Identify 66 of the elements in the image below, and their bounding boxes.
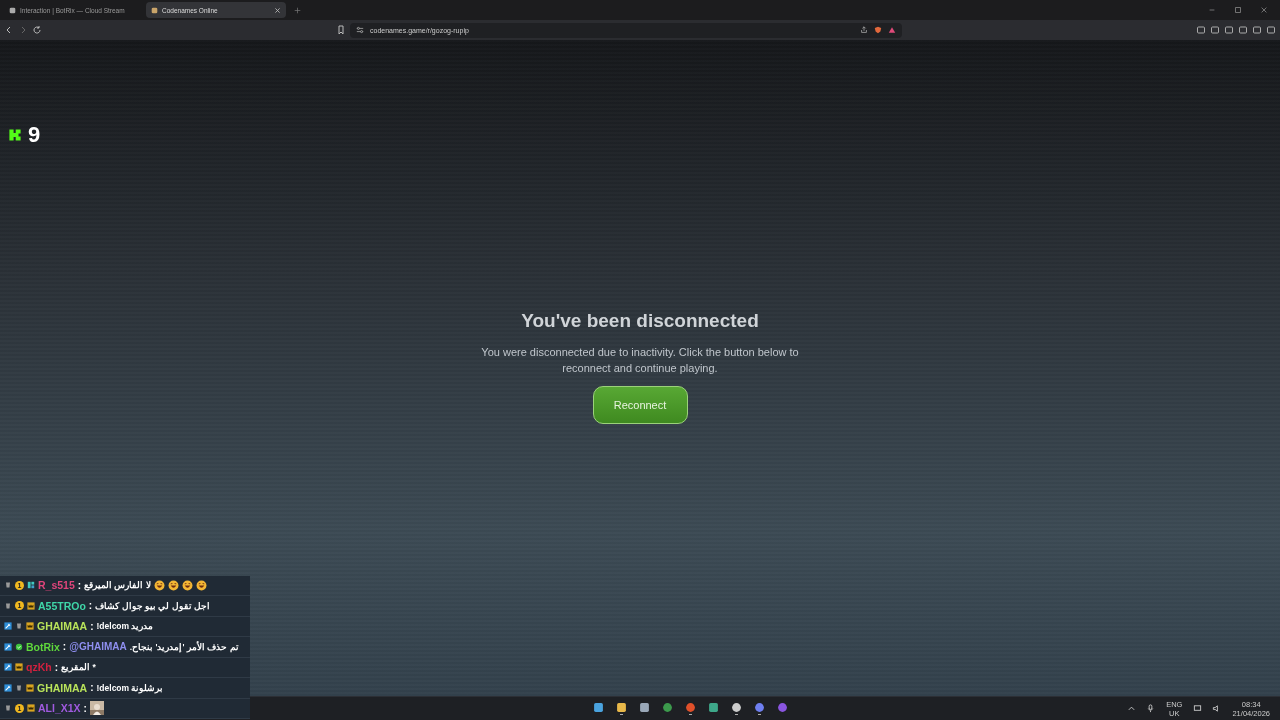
dialog-message: You were disconnected due to inactivity. Click the button below to reconnect and continue playing.: [480, 345, 800, 376]
share-icon[interactable]: [860, 26, 868, 34]
app-icon: [776, 701, 788, 713]
kick-logo-icon: [8, 128, 22, 142]
cup-badge-icon: [4, 704, 12, 713]
triangle-icon[interactable]: [888, 26, 896, 34]
microphone-icon[interactable]: [1146, 704, 1156, 713]
chat-username[interactable]: A55TROo: [38, 599, 86, 612]
dialog-title: You've been disconnected: [521, 310, 759, 332]
chat-separator: :: [90, 682, 94, 694]
laughing-emoji-icon: [153, 579, 165, 591]
sword-badge-icon: [4, 642, 12, 651]
chat-separator: :: [83, 702, 87, 714]
app-icon: [592, 701, 604, 713]
laughing-emoji-icon: [181, 579, 193, 591]
laughing-emoji-icon: [195, 579, 207, 591]
sword-badge-icon: [4, 622, 12, 631]
chat-mention[interactable]: @GHAIMAA: [69, 641, 127, 653]
bookmark-icon[interactable]: [336, 25, 346, 35]
chat-text: لا الفارس الميرقع: [84, 580, 151, 591]
app-icon: [638, 701, 650, 713]
tab-favicon-icon: [9, 6, 16, 14]
app-icon: [753, 701, 765, 713]
site-settings-icon[interactable]: [356, 26, 364, 34]
chat-username[interactable]: GHAIMAA: [37, 620, 88, 633]
cup-badge-icon: [4, 581, 12, 590]
crown-badge-icon: [27, 601, 35, 610]
gift-badge-icon: [27, 581, 35, 590]
crown-badge-icon: [15, 663, 23, 672]
viewer-count: 9: [28, 122, 41, 148]
chat-username[interactable]: BotRix: [26, 640, 60, 653]
chat-separator: :: [77, 579, 82, 591]
sword-badge-icon: [4, 683, 12, 692]
chat-username[interactable]: R_s515: [38, 579, 75, 592]
close-icon[interactable]: [274, 6, 281, 14]
verified-badge-icon: [15, 642, 23, 651]
chat-separator: :: [62, 641, 67, 653]
app-icon: [615, 701, 627, 713]
new-tab-icon[interactable]: [294, 6, 301, 14]
chat-text: !delcom برشلونة: [96, 682, 164, 693]
close-icon[interactable]: [1260, 6, 1268, 14]
cup-badge-icon: [15, 683, 23, 692]
maximize-icon[interactable]: [1234, 6, 1242, 14]
app-icon: [684, 701, 696, 713]
chevron-up-icon[interactable]: [1127, 704, 1137, 713]
chat-username[interactable]: GHAIMAA: [37, 681, 88, 694]
chat-separator: :: [88, 600, 93, 612]
laughing-emoji-icon: [167, 579, 179, 591]
crown-badge-icon: [26, 622, 34, 631]
crown-badge-icon: [26, 683, 34, 692]
cup-badge-icon: [4, 601, 12, 610]
chat-text: * المقريع: [61, 662, 96, 673]
crown-badge-icon: [27, 704, 35, 713]
chat-separator: :: [90, 620, 94, 632]
chat-text: !delcom مدريد: [96, 621, 154, 632]
chat-separator: :: [54, 661, 58, 673]
app-icon: [707, 701, 719, 713]
cup-badge-icon: [15, 622, 23, 631]
reload-icon[interactable]: [32, 25, 42, 35]
app-icon: [730, 701, 742, 713]
app-icon: [661, 701, 673, 713]
chat-text: تم حذف الأمر 'إمدريد' بنجاح.: [129, 641, 239, 652]
chat-text: اجل تقول لي بيو جوال كشاف: [95, 600, 210, 611]
tab-favicon-icon: [151, 6, 158, 14]
sword-badge-icon: [4, 663, 12, 672]
shield-icon[interactable]: [874, 26, 882, 34]
